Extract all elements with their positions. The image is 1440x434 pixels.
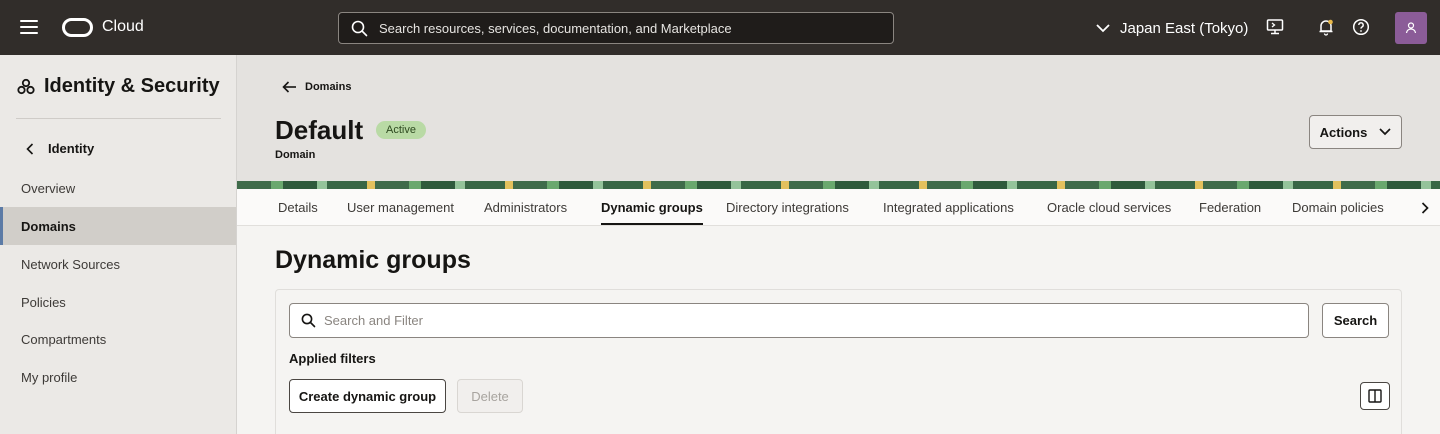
arrow-left-icon <box>282 81 296 93</box>
tab-details[interactable]: Details <box>278 189 318 225</box>
sidebar-item-domains[interactable]: Domains <box>0 207 236 245</box>
breadcrumb-label: Domains <box>305 81 352 93</box>
sidebar-item-compartments[interactable]: Compartments <box>0 320 236 358</box>
sidebar-item-label: Overview <box>21 180 76 196</box>
region-label: Japan East (Tokyo) <box>1120 19 1249 37</box>
sidebar-item-label: Policies <box>21 294 66 310</box>
sidebar-item-label: Network Sources <box>21 256 120 272</box>
global-search-input[interactable] <box>379 13 879 43</box>
sidebar-item-label: Domains <box>21 218 76 234</box>
create-dynamic-group-button[interactable]: Create dynamic group <box>289 379 446 413</box>
sidebar-item-label: My profile <box>21 369 78 385</box>
breadcrumb[interactable]: Domains <box>282 81 351 93</box>
section-title: Dynamic groups <box>275 246 471 274</box>
columns-toggle-button[interactable] <box>1360 382 1390 410</box>
tab-integrated-applications[interactable]: Integrated applications <box>883 189 1014 225</box>
tab-label: Domain policies <box>1292 199 1384 215</box>
sidebar: Identity & Security Identity Overview Do… <box>0 55 237 434</box>
global-search[interactable] <box>338 12 894 44</box>
sidebar-back-identity[interactable]: Identity <box>26 141 94 156</box>
actions-button[interactable]: Actions <box>1309 115 1402 149</box>
bell-icon[interactable] <box>1316 17 1336 37</box>
tab-federation[interactable]: Federation <box>1199 189 1261 225</box>
page-title: Default <box>275 115 364 145</box>
tab-bar: Details User management Administrators D… <box>237 189 1440 226</box>
actions-label: Actions <box>1319 124 1368 140</box>
search-button[interactable]: Search <box>1322 303 1389 338</box>
sidebar-item-overview[interactable]: Overview <box>0 169 236 207</box>
help-icon[interactable] <box>1351 17 1371 37</box>
tab-administrators[interactable]: Administrators <box>484 189 567 225</box>
chevron-down-icon <box>1379 128 1391 136</box>
logo-icon[interactable] <box>62 18 93 37</box>
delete-button: Delete <box>457 379 523 413</box>
search-filter-field[interactable] <box>289 303 1309 338</box>
chevron-left-icon <box>26 142 34 155</box>
cloud-shell-icon[interactable] <box>1265 17 1285 37</box>
page-subtitle: Domain <box>275 149 316 161</box>
tab-directory-integrations[interactable]: Directory integrations <box>726 189 849 225</box>
search-icon <box>351 20 368 37</box>
sidebar-item-my-profile[interactable]: My profile <box>0 358 236 396</box>
tab-label: Directory integrations <box>726 199 849 215</box>
tab-dynamic-groups[interactable]: Dynamic groups <box>601 189 703 225</box>
region-selector[interactable]: Japan East (Tokyo) <box>1096 16 1248 40</box>
top-bar: Cloud Japan East (Tokyo) <box>0 0 1440 55</box>
tab-user-management[interactable]: User management <box>347 189 454 225</box>
search-icon <box>301 313 316 328</box>
sidebar-divider <box>16 118 221 119</box>
brand-label[interactable]: Cloud <box>102 18 144 36</box>
tab-oracle-cloud-services[interactable]: Oracle cloud services <box>1047 189 1171 225</box>
sidebar-title-text: Identity & Security <box>44 75 220 97</box>
applied-filters-label: Applied filters <box>289 351 376 366</box>
chevron-down-icon <box>1096 23 1110 32</box>
tab-domain-policies[interactable]: Domain policies <box>1292 189 1384 225</box>
columns-icon <box>1368 389 1382 403</box>
tab-label: Details <box>278 199 318 215</box>
user-icon <box>1405 22 1417 34</box>
identity-security-icon <box>17 78 35 94</box>
dynamic-groups-panel: Search Applied filters Create dynamic gr… <box>275 289 1402 434</box>
sidebar-item-label: Compartments <box>21 331 107 347</box>
menu-icon[interactable] <box>20 20 38 34</box>
tab-label: Dynamic groups <box>601 199 703 215</box>
sidebar-title: Identity & Security <box>17 75 220 98</box>
sidebar-back-label: Identity <box>48 141 95 156</box>
tab-label: Federation <box>1199 199 1262 215</box>
avatar[interactable] <box>1395 12 1427 44</box>
sidebar-item-network-sources[interactable]: Network Sources <box>0 245 236 283</box>
search-filter-input[interactable] <box>324 304 1294 337</box>
chevron-right-icon[interactable] <box>1415 198 1435 218</box>
tab-label: User management <box>347 199 454 215</box>
sidebar-item-policies[interactable]: Policies <box>0 283 236 321</box>
status-badge: Active <box>376 121 426 139</box>
domain-header: Domains Default Active Domain Actions <box>237 55 1440 181</box>
tab-label: Integrated applications <box>883 199 1014 215</box>
tab-label: Oracle cloud services <box>1047 199 1172 215</box>
decorative-banner <box>237 181 1440 189</box>
tab-label: Administrators <box>484 199 568 215</box>
